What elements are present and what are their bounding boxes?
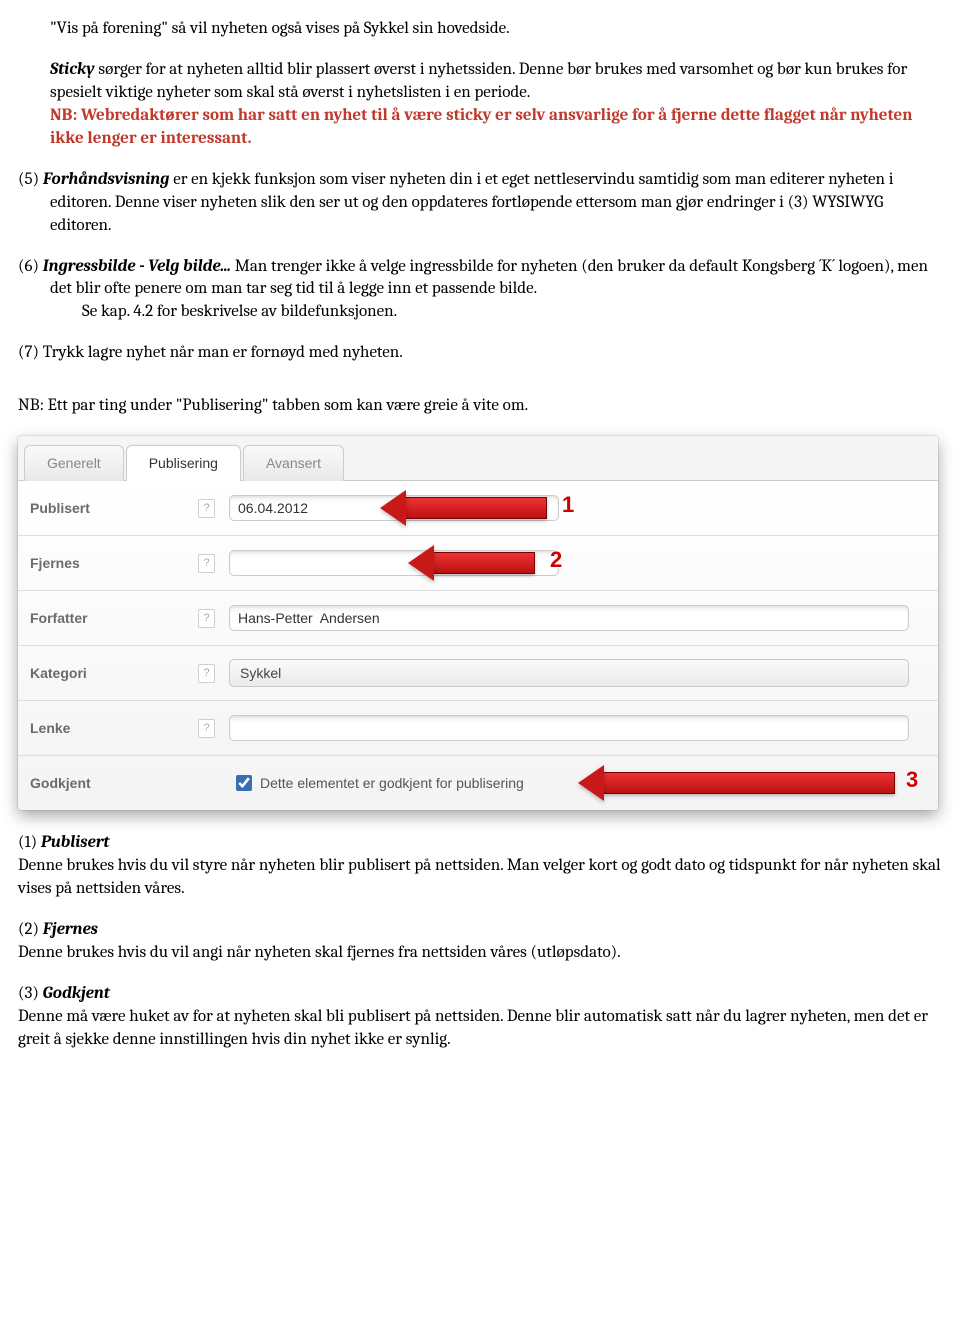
desc3-body: Denne må være huket av for at nyheten sk…	[18, 1007, 928, 1049]
row-godkjent: Godkjent Dette elementet er godkjent for…	[18, 756, 938, 810]
row-fjernes: Fjernes ? 2	[18, 536, 938, 591]
callout-2: 2	[550, 545, 562, 575]
desc3-prefix: (3)	[18, 984, 43, 1003]
label-lenke: Lenke	[30, 719, 198, 738]
item6-line2: Se kap. 4.2 for beskrivelse av bildefunk…	[50, 301, 942, 324]
desc1-label: Publisert	[41, 833, 110, 852]
callout-3: 3	[906, 765, 918, 795]
select-kategori[interactable]: Sykkel	[229, 659, 909, 687]
help-icon[interactable]: ?	[198, 554, 215, 573]
tab-generelt[interactable]: Generelt	[24, 445, 124, 481]
sticky-rest: sørger for at nyheten alltid blir plasse…	[50, 60, 907, 102]
desc2-body: Denne brukes hvis du vil angi når nyhete…	[18, 943, 621, 962]
intro-line1: "Vis på forening" så vil nyheten også vi…	[18, 18, 942, 41]
input-fjernes[interactable]	[229, 550, 559, 576]
item6-label: Ingressbilde - Velg bilde...	[43, 257, 231, 276]
desc-2: (2) Fjernes Denne brukes hvis du vil ang…	[18, 919, 942, 965]
publishing-form-screenshot: Generelt Publisering Avansert Publisert …	[18, 436, 938, 810]
desc2-label: Fjernes	[43, 920, 98, 939]
nb-line: NB: Ett par ting under "Publisering" tab…	[18, 395, 942, 418]
row-publisert: Publisert ? 1	[18, 481, 938, 536]
item-7: (7) Trykk lagre nyhet når man er fornøyd…	[18, 342, 942, 365]
desc1-prefix: (1)	[18, 833, 41, 852]
input-publisert[interactable]	[229, 495, 559, 521]
item5-label: Forhåndsvisning	[43, 170, 170, 189]
item-6: (6) Ingressbilde - Velg bilde... Man tre…	[18, 256, 942, 325]
desc3-label: Godkjent	[43, 984, 110, 1003]
label-godkjent: Godkjent	[30, 774, 198, 793]
item-5: (5) Forhåndsvisning er en kjekk funksjon…	[18, 169, 942, 238]
checkbox-godkjent-label: Dette elementet er godkjent for publiser…	[260, 774, 524, 793]
desc-3: (3) Godkjent Denne må være huket av for …	[18, 983, 942, 1052]
sticky-paragraph: Sticky sørger for at nyheten alltid blir…	[18, 59, 942, 151]
arrow-shaft	[604, 772, 895, 794]
help-icon[interactable]: ?	[198, 719, 215, 738]
label-fjernes: Fjernes	[30, 554, 198, 573]
arrow-left-icon	[578, 765, 604, 801]
checkbox-godkjent[interactable]	[236, 775, 252, 791]
item5-prefix: (5)	[18, 170, 43, 189]
desc2-prefix: (2)	[18, 920, 43, 939]
row-forfatter: Forfatter ?	[18, 591, 938, 646]
tab-avansert[interactable]: Avansert	[243, 445, 344, 481]
help-icon[interactable]: ?	[198, 499, 215, 518]
callout-1: 1	[562, 490, 574, 520]
row-kategori: Kategori ? Sykkel	[18, 646, 938, 701]
input-lenke[interactable]	[229, 715, 909, 741]
form-body: Publisert ? 1 Fjernes ? 2 Forfatter ?	[18, 480, 938, 810]
item6-prefix: (6)	[18, 257, 43, 276]
item5-rest: er en kjekk funksjon som viser nyheten d…	[50, 170, 893, 235]
row-lenke: Lenke ?	[18, 701, 938, 756]
desc-1: (1) Publisert Denne brukes hvis du vil s…	[18, 832, 942, 901]
input-forfatter[interactable]	[229, 605, 909, 631]
label-publisert: Publisert	[30, 499, 198, 518]
tab-publisering[interactable]: Publisering	[126, 445, 241, 481]
label-kategori: Kategori	[30, 664, 198, 683]
sticky-warning: NB: Webredaktører som har satt en nyhet …	[50, 106, 912, 148]
help-icon[interactable]: ?	[198, 609, 215, 628]
label-forfatter: Forfatter	[30, 609, 198, 628]
help-icon[interactable]: ?	[198, 664, 215, 683]
sticky-label: Sticky	[50, 60, 95, 79]
desc1-body: Denne brukes hvis du vil styre når nyhet…	[18, 856, 941, 898]
tab-bar: Generelt Publisering Avansert	[18, 436, 938, 480]
